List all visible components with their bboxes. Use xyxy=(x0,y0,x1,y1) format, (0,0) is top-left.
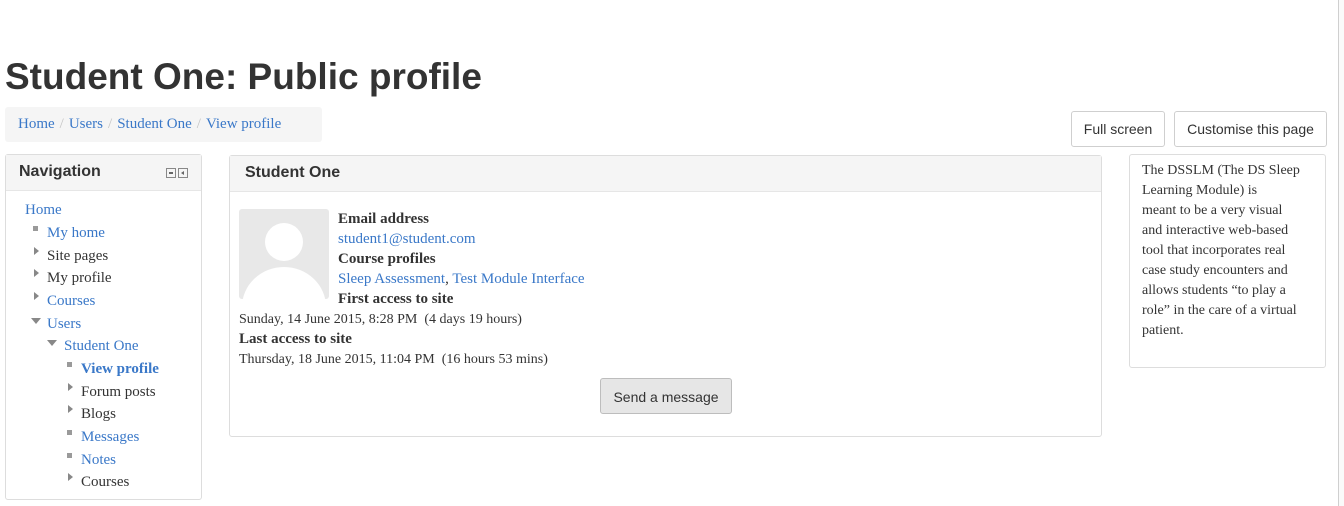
first-access-value: Sunday, 14 June 2015, 8:28 PM (4 days 19… xyxy=(239,312,522,327)
nav-item-label[interactable]: Courses xyxy=(47,293,95,309)
window-scrollbar[interactable] xyxy=(1338,0,1344,506)
nav-item-courses-user[interactable]: Courses xyxy=(81,473,129,491)
bullet-icon xyxy=(67,430,72,435)
nav-item-label[interactable]: My home xyxy=(47,225,105,241)
breadcrumb-view-profile[interactable]: View profile xyxy=(206,116,281,132)
course-profiles-label: Course profiles xyxy=(338,251,436,267)
description-line: Learning Module) is xyxy=(1142,183,1258,198)
hide-block-icon[interactable] xyxy=(166,168,176,178)
nav-item-home[interactable]: Home xyxy=(25,201,62,219)
nav-item-label: Site pages xyxy=(47,248,109,264)
breadcrumb: Home / Users / Student One / View profile xyxy=(5,107,322,142)
nav-item-label[interactable]: Messages xyxy=(81,429,139,445)
expand-arrow-icon[interactable] xyxy=(34,269,39,277)
bullet-icon xyxy=(33,226,38,231)
profile-block: Student One Email address student1@stude… xyxy=(229,155,1102,437)
nav-item-label[interactable]: Notes xyxy=(81,452,116,468)
nav-item-view-profile[interactable]: View profile xyxy=(81,360,159,378)
breadcrumb-home[interactable]: Home xyxy=(18,116,55,132)
last-access-value: Thursday, 18 June 2015, 11:04 PM (16 hou… xyxy=(239,352,548,367)
avatar-body-shape xyxy=(242,267,326,299)
description-line: tool that incorporates real xyxy=(1142,243,1286,258)
nav-item-label: Blogs xyxy=(81,406,117,422)
last-access-label: Last access to site xyxy=(239,331,352,347)
nav-item-notes[interactable]: Notes xyxy=(81,451,116,469)
expand-arrow-icon[interactable] xyxy=(34,292,39,300)
nav-item-my-home[interactable]: My home xyxy=(47,224,105,242)
breadcrumb-student-one[interactable]: Student One xyxy=(117,116,192,132)
block-controls xyxy=(164,168,188,186)
avatar-head-shape xyxy=(265,223,303,261)
nav-item-my-profile[interactable]: My profile xyxy=(47,269,112,287)
description-line: patient. xyxy=(1142,323,1184,338)
nav-item-label[interactable]: View profile xyxy=(81,361,159,377)
breadcrumb-separator: / xyxy=(59,116,64,132)
dock-block-icon[interactable] xyxy=(178,168,188,178)
customise-page-button[interactable]: Customise this page xyxy=(1174,111,1327,147)
description-line: allows students “to play a xyxy=(1142,283,1286,298)
email-label: Email address xyxy=(338,211,429,227)
description-line: meant to be a very visual xyxy=(1142,203,1283,218)
user-avatar xyxy=(239,209,329,299)
full-screen-button[interactable]: Full screen xyxy=(1071,111,1165,147)
nav-item-site-pages[interactable]: Site pages xyxy=(47,247,108,265)
nav-item-messages[interactable]: Messages xyxy=(81,428,139,446)
nav-item-label: Courses xyxy=(81,474,130,490)
breadcrumb-users[interactable]: Users xyxy=(69,116,103,132)
nav-item-student-one[interactable]: Student One xyxy=(64,337,139,355)
navigation-block: Navigation Home My home Site pages My pr… xyxy=(5,154,202,500)
description-line: role” in the care of a virtual xyxy=(1142,303,1297,318)
nav-item-blogs[interactable]: Blogs xyxy=(81,405,116,423)
email-value: student1@student.com xyxy=(338,230,476,248)
nav-item-label[interactable]: Home xyxy=(25,202,62,218)
collapse-arrow-icon[interactable] xyxy=(31,318,41,324)
expand-arrow-icon[interactable] xyxy=(34,247,39,255)
page-title: Student One: Public profile xyxy=(5,56,482,97)
bullet-icon xyxy=(67,453,72,458)
description-line: and interactive web-based xyxy=(1142,223,1289,238)
description-block: The DSSLM (The DS Sleep Learning Module)… xyxy=(1129,154,1326,368)
first-access-label: First access to site xyxy=(338,291,454,307)
nav-item-forum-posts[interactable]: Forum posts xyxy=(81,383,156,401)
profile-name-heading: Student One xyxy=(245,164,341,181)
send-message-button[interactable]: Send a message xyxy=(600,378,732,414)
expand-arrow-icon[interactable] xyxy=(68,473,73,481)
navigation-title: Navigation xyxy=(19,163,101,180)
email-link[interactable]: student1@student.com xyxy=(338,231,476,247)
nav-item-label[interactable]: Student One xyxy=(64,338,139,354)
nav-item-label: Forum posts xyxy=(81,384,156,400)
description-line: case study encounters and xyxy=(1142,263,1288,278)
expand-arrow-icon[interactable] xyxy=(68,383,73,391)
expand-arrow-icon[interactable] xyxy=(68,405,73,413)
description-line: The DSSLM (The DS Sleep xyxy=(1142,163,1300,178)
bullet-icon xyxy=(67,362,72,367)
nav-item-label[interactable]: Users xyxy=(47,316,81,332)
profile-block-header: Student One xyxy=(230,156,1101,192)
nav-item-label: My profile xyxy=(47,270,112,286)
course-profiles-list: Sleep Assessment, Test Module Interface xyxy=(338,270,585,288)
nav-item-users[interactable]: Users xyxy=(47,315,81,333)
course-link-sleep-assessment[interactable]: Sleep Assessment xyxy=(338,271,445,287)
breadcrumb-separator: / xyxy=(108,116,113,132)
nav-item-courses[interactable]: Courses xyxy=(47,292,95,310)
navigation-block-header: Navigation xyxy=(6,155,201,191)
course-link-test-module-interface[interactable]: Test Module Interface xyxy=(452,271,584,287)
collapse-arrow-icon[interactable] xyxy=(47,340,57,346)
breadcrumb-separator: / xyxy=(196,116,201,132)
